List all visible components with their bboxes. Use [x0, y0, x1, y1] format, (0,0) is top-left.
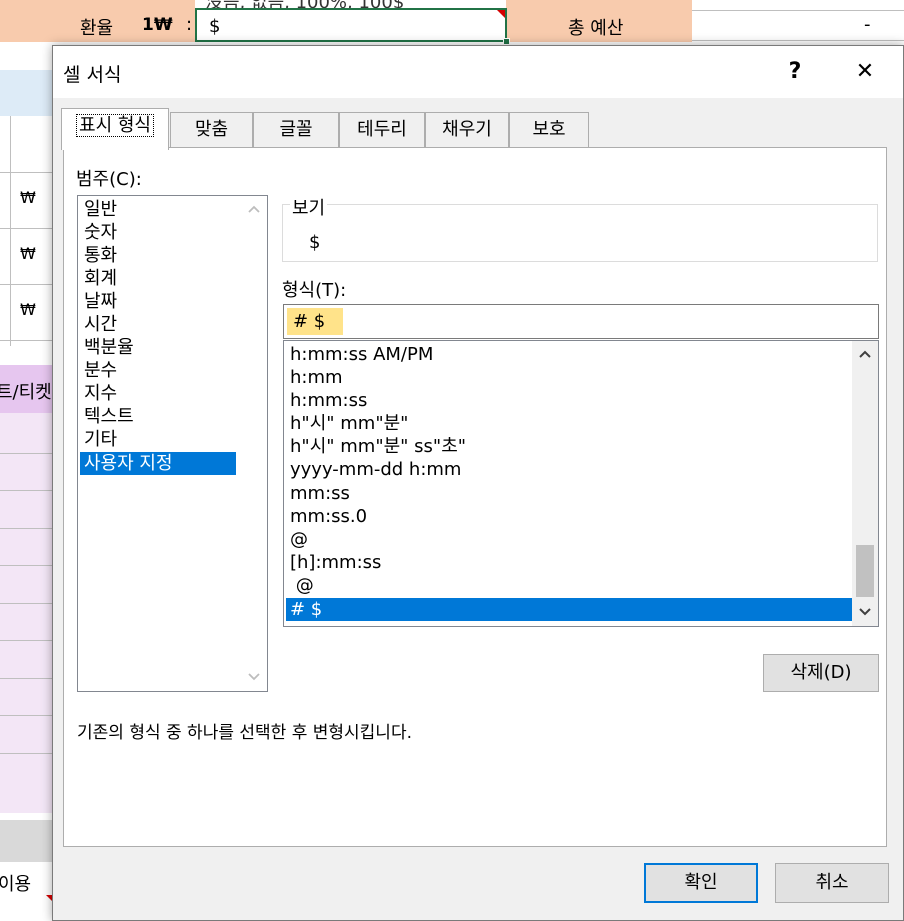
tab-font[interactable]: 글꼴	[253, 112, 339, 148]
tab-protection[interactable]: 보호	[509, 112, 589, 148]
close-button[interactable]: ✕	[845, 56, 885, 88]
won-symbol-3: ₩	[20, 300, 36, 319]
tab-label: 보호	[532, 119, 566, 140]
title-bar[interactable]: 셀 서식 ? ✕	[53, 46, 903, 98]
format-list[interactable]: h:mm:ss AM/PM h:mm h:mm:ss h"시" mm"분" h"…	[283, 340, 879, 627]
tab-label: 맞춤	[194, 119, 229, 140]
ok-button[interactable]: 확인	[644, 863, 758, 903]
list-item[interactable]: [h]:mm:ss	[290, 551, 854, 574]
tab-label: 표시 형식	[76, 114, 154, 137]
rate-label: 환율	[80, 18, 114, 39]
format-cells-dialog: 셀 서식 ? ✕ 표시 형식 맞춤 글꼴 테두리 채우기 보호 범주(C): 일…	[52, 45, 904, 921]
scrollbar-thumb[interactable]	[856, 545, 874, 597]
rate-value: $	[209, 16, 221, 37]
gridline	[0, 715, 52, 716]
budget-label: 총 예산	[568, 18, 624, 39]
tab-fill[interactable]: 채우기	[425, 112, 509, 148]
pink-header-text: 트/티켓	[0, 382, 52, 403]
tab-label: 채우기	[442, 119, 492, 140]
rate-unit: 1₩	[142, 15, 173, 35]
chevron-up-icon[interactable]	[243, 198, 265, 220]
list-item[interactable]: 통화	[84, 244, 238, 267]
cancel-button[interactable]: 취소	[775, 863, 889, 903]
type-input[interactable]: # $	[283, 304, 879, 339]
chevron-up-icon[interactable]	[854, 343, 876, 365]
gridline	[0, 640, 52, 641]
tab-number[interactable]: 표시 형식	[61, 108, 169, 150]
list-item[interactable]: 회계	[84, 267, 238, 290]
dialog-title: 셀 서식	[63, 64, 122, 86]
type-input-value: # $	[287, 308, 344, 335]
gridline	[692, 10, 904, 11]
comment-indicator	[497, 10, 505, 18]
chevron-down-icon[interactable]	[854, 601, 876, 623]
ok-button-label: 확인	[684, 872, 718, 893]
delete-button[interactable]: 삭제(D)	[763, 654, 879, 692]
type-label: 형식(T):	[282, 280, 347, 301]
won-symbol-2: ₩	[20, 244, 36, 263]
gridline	[0, 284, 52, 285]
tab-panel: 범주(C): 일반 숫자 통화 회계 날짜 시간 백분율 분수 지수 텍스트 기…	[63, 147, 887, 847]
list-item[interactable]: 지수	[84, 382, 238, 405]
list-item[interactable]: mm:ss.0	[290, 505, 854, 528]
category-list[interactable]: 일반 숫자 통화 회계 날짜 시간 백분율 분수 지수 텍스트 기타 사용자 지…	[77, 195, 268, 692]
hint-text: 기존의 형식 중 하나를 선택한 후 변형시킵니다.	[77, 723, 412, 743]
gridline	[0, 340, 52, 341]
sample-label: 보기	[290, 194, 328, 220]
list-item[interactable]: @	[290, 574, 854, 597]
budget-value: -	[864, 14, 871, 35]
list-item[interactable]: 기타	[84, 428, 238, 451]
list-item[interactable]: 날짜	[84, 290, 238, 313]
bottom-label: 이용	[0, 874, 32, 895]
list-item[interactable]: h:mm:ss AM/PM	[290, 343, 854, 366]
fill-handle[interactable]	[503, 38, 510, 45]
gridline	[0, 603, 52, 604]
won-symbol-1: ₩	[20, 188, 36, 207]
category-label: 범주(C):	[76, 169, 142, 190]
sample-group	[282, 204, 878, 262]
list-item[interactable]: 백분율	[84, 336, 238, 359]
list-item-selected[interactable]: 사용자 지정	[80, 452, 236, 475]
tab-alignment[interactable]: 맞춤	[170, 112, 253, 148]
sample-value: $	[309, 232, 321, 253]
list-item[interactable]: mm:ss	[290, 482, 854, 505]
list-item[interactable]: yyyy-mm-dd h:mm	[290, 458, 854, 481]
tab-label: 테두리	[357, 119, 407, 140]
list-item[interactable]: h"시" mm"분" ss"초"	[290, 435, 854, 458]
format-scrollbar[interactable]	[852, 341, 878, 626]
list-item-selected[interactable]: # $	[286, 598, 852, 621]
blue-header-row	[0, 70, 52, 116]
tab-border[interactable]: 테두리	[339, 112, 425, 148]
list-item[interactable]: 텍스트	[84, 405, 238, 428]
gridline	[0, 565, 52, 566]
list-item[interactable]: 일반	[84, 198, 238, 221]
list-item[interactable]: 분수	[84, 359, 238, 382]
rate-value-cell[interactable]: $	[195, 8, 510, 45]
help-button[interactable]: ?	[775, 56, 815, 88]
cancel-button-label: 취소	[815, 872, 849, 893]
rate-separator: :	[186, 14, 193, 35]
list-item[interactable]: h:mm	[290, 366, 854, 389]
gridline	[0, 172, 52, 173]
list-item[interactable]: @	[290, 528, 854, 551]
chevron-down-icon[interactable]	[243, 666, 265, 688]
gridline	[0, 678, 52, 679]
gridline	[0, 753, 52, 754]
gridline	[0, 453, 52, 454]
gridline	[0, 490, 52, 491]
gridline	[692, 40, 904, 41]
list-item[interactable]: h:mm:ss	[290, 389, 854, 412]
list-item[interactable]: 시간	[84, 313, 238, 336]
tab-label: 글꼴	[279, 119, 313, 140]
gridline	[0, 528, 52, 529]
category-scrollbar[interactable]	[241, 196, 267, 691]
list-item[interactable]: h"시" mm"분"	[290, 412, 854, 435]
gridline	[0, 228, 52, 229]
gray-band	[0, 820, 52, 862]
list-item[interactable]: 숫자	[84, 221, 238, 244]
delete-button-label: 삭제(D)	[790, 662, 852, 683]
gridline	[10, 116, 11, 346]
